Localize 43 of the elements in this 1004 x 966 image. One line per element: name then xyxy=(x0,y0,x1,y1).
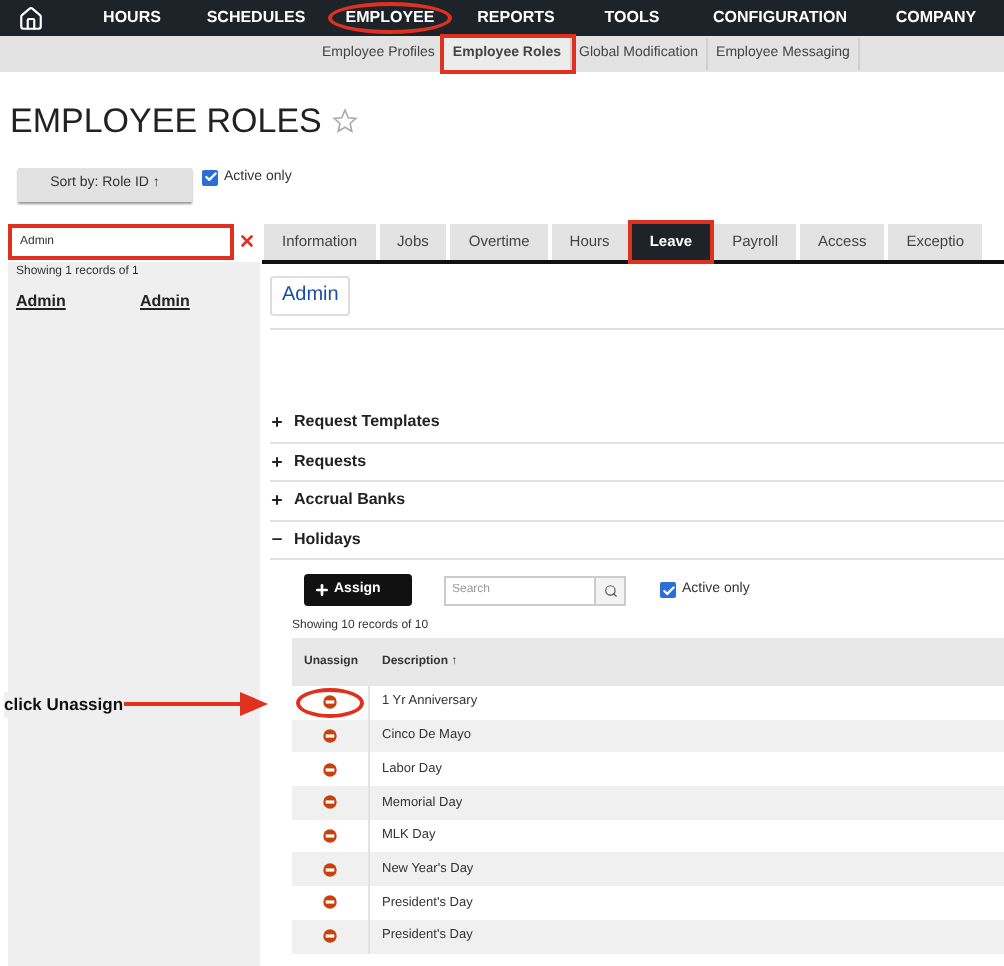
nav-menu-item[interactable]: TOOLS xyxy=(580,2,684,34)
section-header[interactable]: Accrual Banks xyxy=(270,482,1004,521)
unassign-button[interactable] xyxy=(322,894,338,911)
star-icon[interactable] xyxy=(331,108,358,135)
plus-icon[interactable] xyxy=(270,414,284,431)
section-header[interactable]: Holidays xyxy=(270,521,1004,560)
unassign-button[interactable] xyxy=(322,761,338,778)
section-title: Requests xyxy=(294,449,367,474)
role-link[interactable]: Admin xyxy=(16,289,140,313)
clear-icon[interactable] xyxy=(238,232,256,250)
minus-circle-icon xyxy=(322,761,338,778)
unassign-button[interactable] xyxy=(322,928,338,945)
unassign-button[interactable] xyxy=(322,861,338,878)
role-link[interactable]: Admin xyxy=(140,289,190,313)
plus-icon[interactable] xyxy=(270,453,284,470)
section-title: Holidays xyxy=(294,527,361,552)
nav-menu-item[interactable]: REPORTS xyxy=(460,2,572,34)
nav-menu-item[interactable]: COMPANY xyxy=(876,2,996,34)
minus-circle-icon xyxy=(322,694,338,711)
unassign-button[interactable] xyxy=(322,728,338,745)
nav-menu-item[interactable]: SCHEDULES xyxy=(192,2,320,34)
nav-menu-item[interactable]: CONFIGURATION xyxy=(692,2,868,34)
minus-circle-icon xyxy=(322,928,338,945)
section-header[interactable]: Requests xyxy=(270,443,1004,482)
section-header[interactable]: Request Templates xyxy=(270,404,1004,443)
active-only-checkbox[interactable] xyxy=(202,169,218,186)
unassign-button[interactable] xyxy=(322,828,338,845)
minus-circle-icon xyxy=(322,828,338,845)
role-button[interactable]: Admin xyxy=(270,275,351,315)
section-title: Request Templates xyxy=(294,410,440,435)
annotation-label: click Unassign xyxy=(4,692,124,718)
nav-menu-item[interactable]: HOURS xyxy=(80,2,184,34)
minus-circle-icon xyxy=(322,894,338,911)
minus-circle-icon xyxy=(322,728,338,745)
plus-icon xyxy=(314,582,330,598)
unassign-button[interactable] xyxy=(322,794,338,811)
minus-circle-icon xyxy=(322,861,338,878)
section-title: Accrual Banks xyxy=(294,488,406,513)
page-title: EMPLOYEE ROLES xyxy=(10,100,322,144)
active-only-checkbox[interactable] xyxy=(660,582,676,598)
minus-circle-icon xyxy=(322,794,338,811)
plus-icon[interactable] xyxy=(270,492,284,509)
search-icon[interactable] xyxy=(596,575,626,605)
